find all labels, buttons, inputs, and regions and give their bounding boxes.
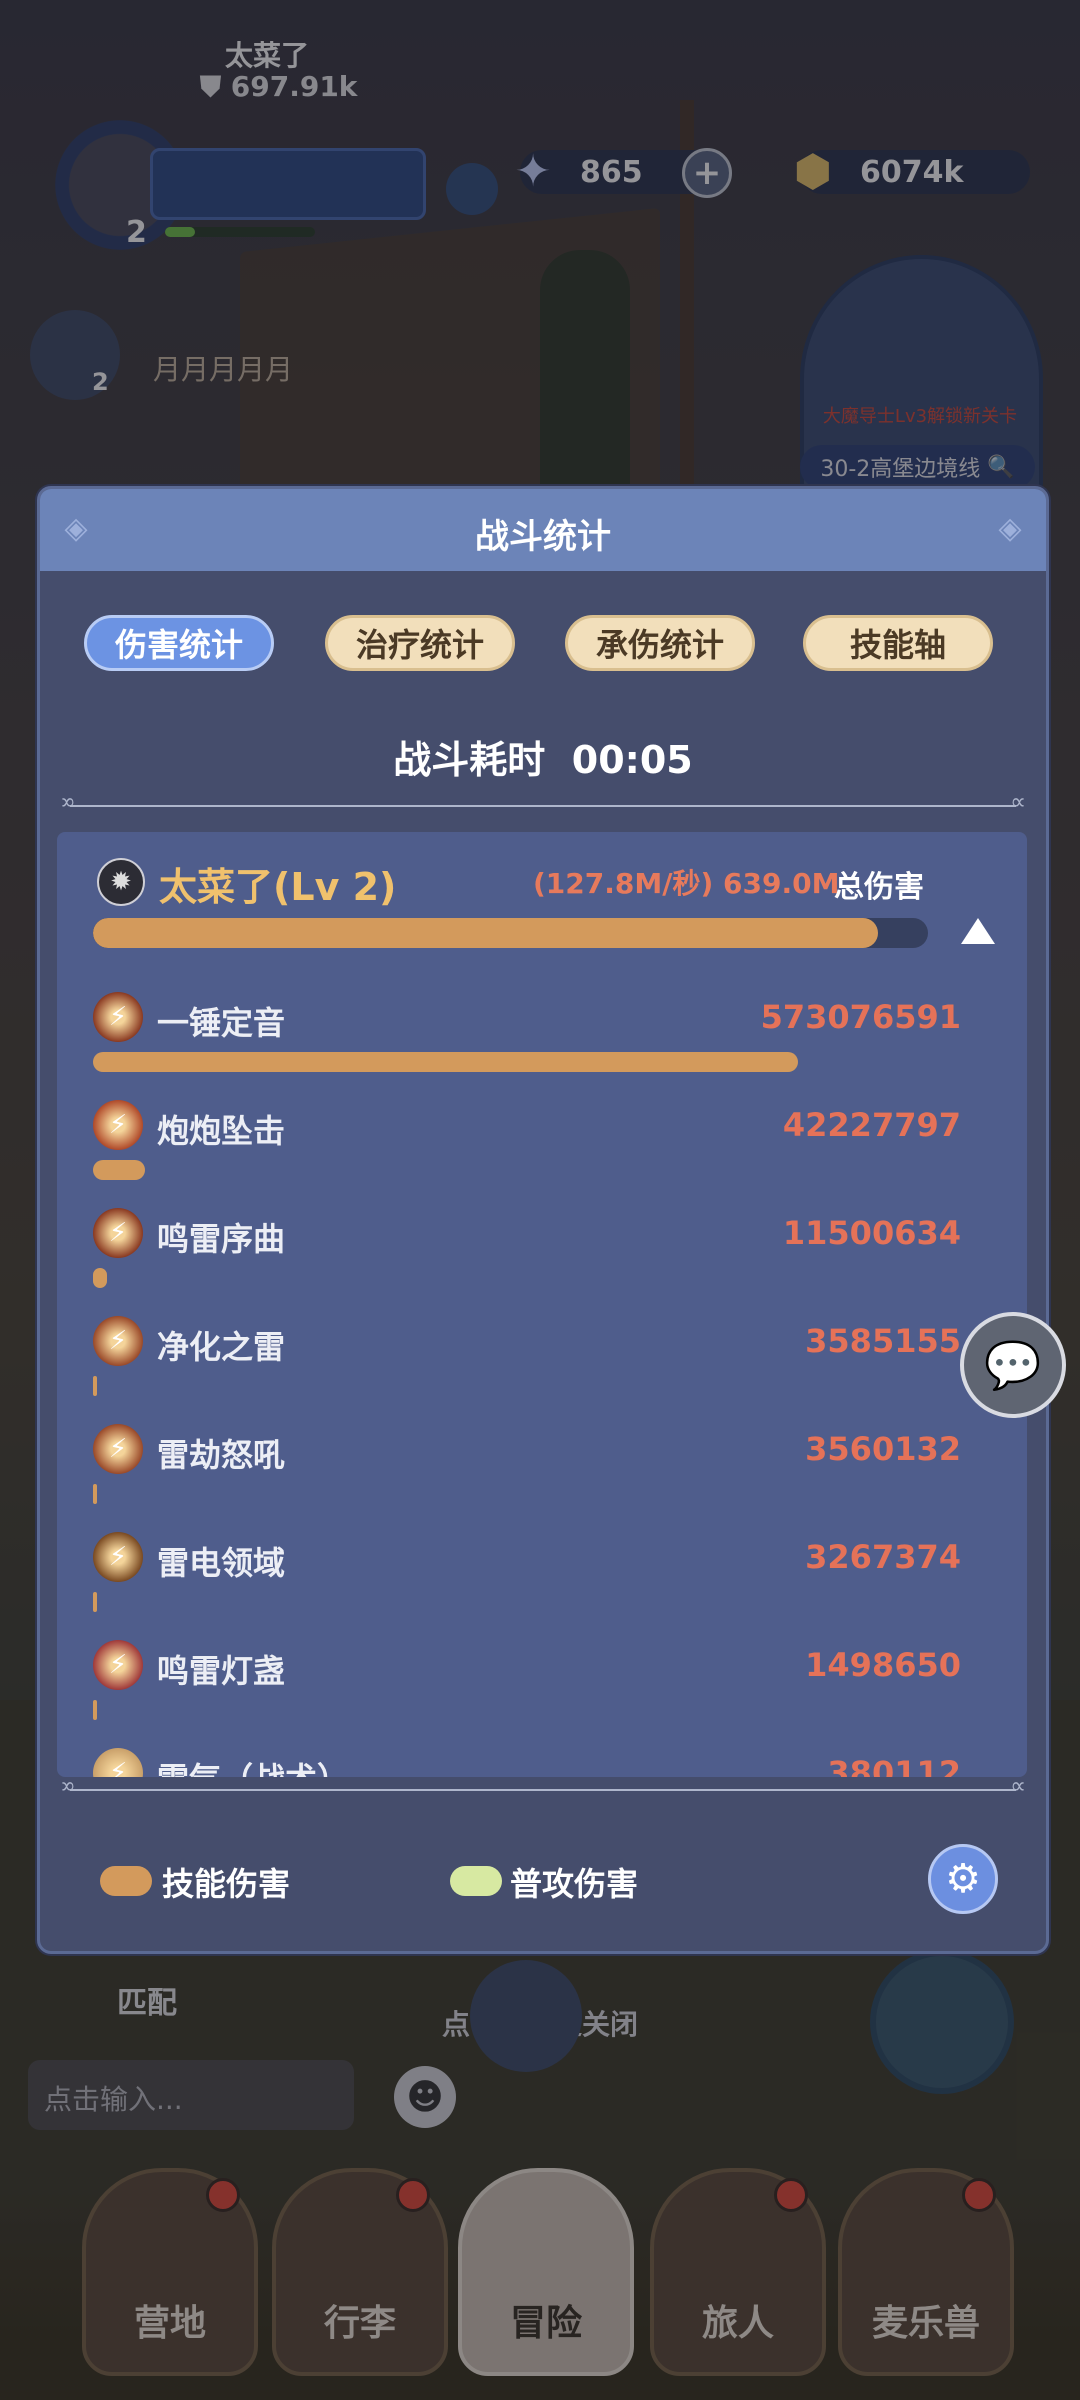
skill-damage-value: 573076591 — [760, 998, 961, 1036]
skill-name: 雷劫怒吼 — [157, 1436, 286, 1474]
character-dps: (127.8M/秒) 639.0M — [533, 867, 840, 900]
tab-healing[interactable]: 治疗统计 — [325, 615, 515, 671]
panel-title: 战斗统计 — [475, 517, 611, 557]
skill-damage-bar — [93, 1700, 928, 1720]
tab-damage[interactable]: 伤害统计 — [84, 615, 274, 671]
skill-damage-value: 3267374 — [805, 1538, 961, 1576]
skill-name: 鸣雷序曲 — [157, 1220, 286, 1258]
normal-attack-legend-label: 普攻伤害 — [510, 1865, 639, 1903]
skill-damage-legend-swatch — [100, 1866, 152, 1896]
battle-duration: 战斗耗时 00:05 — [393, 738, 693, 782]
skill-damage-bar — [93, 1484, 928, 1504]
tab-skill-timeline[interactable]: 技能轴 — [803, 615, 993, 671]
normal-attack-legend-swatch — [450, 1866, 502, 1896]
skill-row: ⚡ 鸣雷序曲 11500634 — [57, 1208, 1027, 1316]
skill-row: ⚡ 雷气（战术） 380112 — [57, 1748, 1027, 1777]
panel-header: ◈ 战斗统计 ◈ — [40, 489, 1046, 571]
tab-damage-taken[interactable]: 承伤统计 — [565, 615, 755, 671]
total-damage-label: 总伤害 — [834, 870, 924, 905]
skill-name: 净化之雷 — [157, 1328, 286, 1366]
damage-stats-list[interactable]: ✹ 太菜了(Lv 2) (127.8M/秒) 639.0M 总伤害 ⚡ 一锤定音 5… — [57, 832, 1027, 1777]
skill-damage-value: 11500634 — [782, 1214, 961, 1252]
skill-row: ⚡ 一锤定音 573076591 — [57, 992, 1027, 1100]
divider — [70, 790, 1026, 815]
thunder-lamp-icon: ⚡ — [93, 1640, 143, 1690]
skill-name: 雷电领域 — [157, 1544, 286, 1582]
hammer-skill-icon: ⚡ — [93, 992, 143, 1042]
skill-name: 鸣雷灯盏 — [157, 1652, 286, 1690]
character-damage-bar — [93, 918, 928, 948]
chat-bubble-icon[interactable]: 💬 — [960, 1312, 1066, 1418]
skill-damage-value: 42227797 — [782, 1106, 961, 1144]
skill-row: ⚡ 净化之雷 3585155 — [57, 1316, 1027, 1424]
gear-icon[interactable]: ⚙ — [928, 1844, 998, 1914]
corner-ornament-icon: ◈ — [998, 511, 1022, 546]
skill-row: ⚡ 炮炮坠击 42227797 — [57, 1100, 1027, 1208]
cannon-skill-icon: ⚡ — [93, 1100, 143, 1150]
skill-damage-bar — [93, 1376, 928, 1396]
skill-damage-value: 3585155 — [805, 1322, 961, 1360]
skill-name: 炮炮坠击 — [157, 1112, 286, 1150]
skill-row: ⚡ 鸣雷灯盏 1498650 — [57, 1640, 1027, 1748]
collapse-triangle-icon[interactable] — [961, 918, 995, 944]
skill-damage-bar — [93, 1160, 928, 1180]
skill-damage-legend-label: 技能伤害 — [162, 1865, 291, 1903]
thunder-roar-icon: ⚡ — [93, 1424, 143, 1474]
skill-damage-bar — [93, 1052, 928, 1072]
divider — [70, 1774, 1026, 1799]
character-name: 太菜了(Lv 2) — [159, 865, 397, 909]
skill-damage-value: 3560132 — [805, 1430, 961, 1468]
skill-row: ⚡ 雷电领域 3267374 — [57, 1532, 1027, 1640]
thunder-overture-icon: ⚡ — [93, 1208, 143, 1258]
purify-thunder-icon: ⚡ — [93, 1316, 143, 1366]
skill-damage-bar — [93, 1268, 928, 1288]
skill-damage-value: 380112 — [827, 1754, 961, 1777]
thunder-tactic-icon: ⚡ — [93, 1748, 143, 1777]
skill-damage-bar — [93, 1592, 928, 1612]
thunder-field-icon: ⚡ — [93, 1532, 143, 1582]
battle-stats-panel: ◈ 战斗统计 ◈ 伤害统计 治疗统计 承伤统计 技能轴 战斗耗时 00:05 ✹… — [37, 486, 1049, 1954]
skill-name: 一锤定音 — [157, 1004, 286, 1042]
skill-damage-value: 1498650 — [805, 1646, 961, 1684]
skill-row: ⚡ 雷劫怒吼 3560132 — [57, 1424, 1027, 1532]
skill-name: 雷气（战术） — [157, 1754, 349, 1777]
character-class-icon: ✹ — [97, 858, 145, 906]
